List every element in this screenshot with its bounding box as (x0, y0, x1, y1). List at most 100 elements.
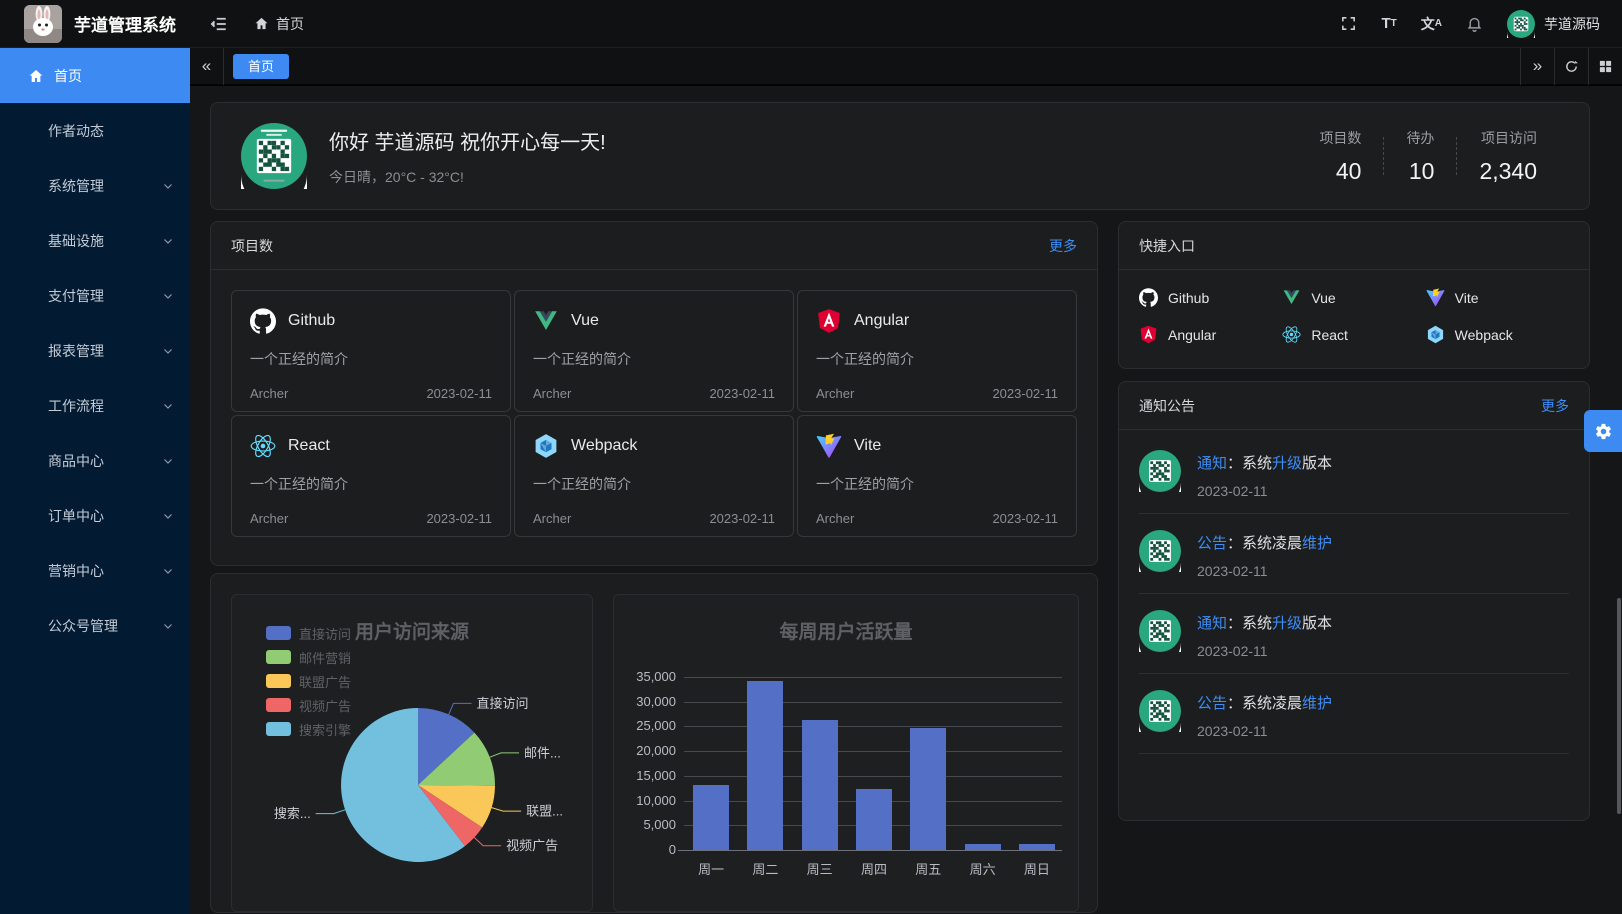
stat-2: 项目访问2,340 (1457, 128, 1559, 185)
sidebar-item-7[interactable]: 商品中心 (0, 433, 190, 488)
project-card-header: Webpack (533, 433, 775, 459)
charts-container-card: 用户访问来源直接访问邮件营销联盟广告视频广告搜索引擎直接访问邮件...联盟...… (210, 573, 1098, 913)
sidebar-item-10[interactable]: 公众号管理 (0, 598, 190, 653)
theme-settings-button[interactable] (1584, 410, 1622, 452)
shortcut-label: Vue (1311, 290, 1335, 306)
x-tick-label: 周六 (956, 859, 1010, 878)
bar-周二[interactable] (747, 681, 783, 850)
notices-card: 通知公告 更多 通知：系统升级版本2023-02-11公告：系统凌晨维护2023… (1118, 381, 1590, 821)
refresh-icon[interactable] (1554, 47, 1588, 85)
pie-chart-card: 用户访问来源直接访问邮件营销联盟广告视频广告搜索引擎直接访问邮件...联盟...… (231, 594, 593, 912)
greeting-title: 你好 芋道源码 祝你开心每一天! (329, 126, 606, 155)
y-tick-label: 10,000 (616, 793, 676, 808)
shortcut-label: Webpack (1455, 327, 1513, 343)
breadcrumb[interactable]: 首页 (254, 14, 304, 34)
sidebar-item-label: 商品中心 (48, 451, 104, 471)
logo-area[interactable]: 芋道管理系统 (0, 5, 190, 43)
webpack-icon (533, 433, 559, 459)
notice-item-3[interactable]: 公告：系统凌晨维护2023-02-11 (1139, 674, 1569, 754)
notice-date: 2023-02-11 (1197, 563, 1332, 579)
project-card-github[interactable]: Github一个正经的简介Archer2023-02-11 (231, 290, 511, 412)
project-card-vite[interactable]: Vite一个正经的简介Archer2023-02-11 (797, 415, 1077, 537)
shortcut-github[interactable]: Github (1139, 288, 1282, 307)
app-logo (24, 5, 62, 43)
sidebar-item-6[interactable]: 工作流程 (0, 378, 190, 433)
font-size-icon[interactable]: TT (1381, 15, 1396, 32)
shortcut-vue[interactable]: Vue (1282, 288, 1425, 307)
tab-home[interactable]: 首页 (233, 54, 289, 79)
bar-周日[interactable] (1019, 844, 1055, 851)
sidebar-collapse-icon[interactable] (210, 15, 228, 33)
notification-bell-icon[interactable] (1466, 15, 1483, 32)
x-tick-label: 周日 (1010, 859, 1064, 878)
bar-周三[interactable] (802, 720, 838, 850)
notice-item-2[interactable]: 通知：系统升级版本2023-02-11 (1139, 594, 1569, 674)
bar-chart-card: 每周用户活跃量05,00010,00015,00020,00025,00030,… (613, 594, 1079, 912)
project-description: 一个正经的简介 (533, 349, 775, 369)
x-tick-label: 周四 (847, 859, 901, 878)
notices-more-link[interactable]: 更多 (1541, 396, 1569, 416)
user-menu[interactable]: 芋道源码 (1507, 10, 1600, 38)
stat-label: 项目数 (1319, 128, 1361, 148)
project-description: 一个正经的简介 (250, 474, 492, 494)
notice-texts: 通知：系统升级版本2023-02-11 (1197, 450, 1332, 499)
projects-grid: Github一个正经的简介Archer2023-02-11Vue一个正经的简介A… (211, 270, 1097, 557)
notice-title: 公告：系统凌晨维护 (1197, 532, 1332, 553)
sidebar-item-label: 报表管理 (48, 341, 104, 361)
tabs-scroll-left-button[interactable]: « (190, 47, 224, 85)
bar-周五[interactable] (910, 728, 946, 850)
shortcut-angular[interactable]: Angular (1139, 325, 1282, 344)
sidebar-item-9[interactable]: 营销中心 (0, 543, 190, 598)
gridline-15,000 (684, 776, 1062, 777)
notice-item-0[interactable]: 通知：系统升级版本2023-02-11 (1139, 434, 1569, 514)
fullscreen-icon[interactable] (1340, 15, 1357, 32)
sidebar-item-4[interactable]: 支付管理 (0, 268, 190, 323)
stat-value: 2,340 (1479, 158, 1537, 185)
page-scrollbar-thumb[interactable] (1617, 598, 1621, 814)
bar-周一[interactable] (693, 785, 729, 851)
sidebar-item-1[interactable]: 作者动态 (0, 103, 190, 158)
pie-label-3: 视频广告 (506, 838, 558, 853)
project-description: 一个正经的简介 (533, 474, 775, 494)
x-tick-label: 周三 (793, 859, 847, 878)
project-card-footer: Archer2023-02-11 (533, 511, 775, 526)
shortcut-react[interactable]: React (1282, 325, 1425, 344)
project-card-angular[interactable]: Angular一个正经的简介Archer2023-02-11 (797, 290, 1077, 412)
y-tick-label: 30,000 (616, 694, 676, 709)
bar-周六[interactable] (965, 844, 1001, 851)
y-tick-label: 25,000 (616, 718, 676, 733)
shortcut-webpack[interactable]: Webpack (1426, 325, 1569, 344)
language-icon[interactable]: 文A (1421, 14, 1442, 34)
shortcuts-card: 快捷入口 GithubVueViteAngularReactWebpack (1118, 221, 1590, 369)
project-card-webpack[interactable]: Webpack 一个正经的简介 Archer2023-02-11 (514, 415, 794, 537)
project-name: Vue (571, 312, 599, 330)
sidebar-item-3[interactable]: 基础设施 (0, 213, 190, 268)
projects-more-link[interactable]: 更多 (1049, 236, 1077, 256)
layout-grid-icon[interactable] (1588, 47, 1622, 85)
project-date: 2023-02-11 (426, 511, 492, 526)
stats-group: 项目数40待办10项目访问2,340 (1297, 128, 1559, 185)
sidebar-item-label: 公众号管理 (48, 616, 118, 636)
profile-qr-avatar (241, 123, 307, 189)
pie-chart[interactable]: 直接访问邮件...联盟...视频广告搜索... (232, 595, 592, 911)
tabs-scroll-right-button[interactable]: » (1520, 47, 1554, 85)
shortcut-vite[interactable]: Vite (1426, 288, 1569, 307)
project-card-header: React (250, 433, 492, 459)
sidebar-item-8[interactable]: 订单中心 (0, 488, 190, 543)
project-card-footer: Archer2023-02-11 (816, 511, 1058, 526)
sidebar-item-5[interactable]: 报表管理 (0, 323, 190, 378)
sidebar-item-home[interactable]: 首页 (0, 48, 190, 103)
project-card-react[interactable]: React一个正经的简介Archer2023-02-11 (231, 415, 511, 537)
bar-周四[interactable] (856, 789, 892, 850)
sidebar-item-2[interactable]: 系统管理 (0, 158, 190, 213)
project-date: 2023-02-11 (426, 386, 492, 401)
notice-tag: 通知 (1197, 615, 1227, 632)
project-author: Archer (816, 386, 854, 401)
project-description: 一个正经的简介 (250, 349, 492, 369)
notice-item-1[interactable]: 公告：系统凌晨维护 2023-02-11 (1139, 514, 1569, 594)
notice-texts: 公告：系统凌晨维护2023-02-11 (1197, 690, 1332, 739)
projects-card-title: 项目数 (231, 236, 273, 256)
project-card-header: Vue (533, 308, 775, 334)
project-card-footer: Archer2023-02-11 (250, 386, 492, 401)
project-card-vue[interactable]: Vue一个正经的简介Archer2023-02-11 (514, 290, 794, 412)
